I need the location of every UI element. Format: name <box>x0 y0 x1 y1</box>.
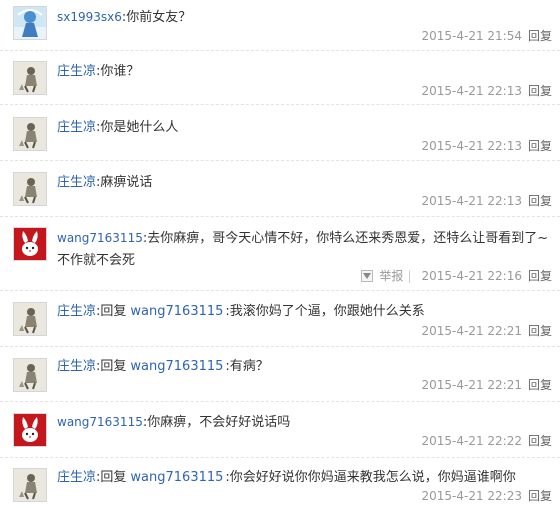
comment-meta: 2015-4-21 22:13 回复 <box>421 84 552 98</box>
reply-target-link[interactable]: wang7163115 <box>130 359 223 374</box>
report-group: 举报 | <box>361 269 415 283</box>
comment-meta: 2015-4-21 22:23 回复 <box>421 489 552 503</box>
username-link[interactable]: wang7163115 <box>57 415 143 429</box>
comment-timestamp: 2015-4-21 22:21 <box>421 324 522 338</box>
sketch-figure-avatar-icon <box>14 118 46 150</box>
comment-content: wang7163115:你麻痹，不会好好说话吗 <box>57 411 552 434</box>
username-link[interactable]: 庄生凉 <box>57 175 96 190</box>
sketch-figure-avatar-icon <box>14 359 46 391</box>
comment-text: :我滚你妈了个逼，你跟她什么关系 <box>225 304 425 319</box>
reply-word: 回复 <box>100 359 127 374</box>
comment-item: wang7163115:去你麻痹，哥今天心情不好，你特么还来秀恩爱，还特么让哥看… <box>0 217 560 291</box>
reply-word: 回复 <box>100 304 127 319</box>
comment-timestamp: 2015-4-21 22:22 <box>421 434 522 448</box>
comment-item: 庄生凉:你是她什么人 2015-4-21 22:13 回复 <box>0 105 560 161</box>
username-link[interactable]: 庄生凉 <box>57 64 96 79</box>
username-link[interactable]: 庄生凉 <box>57 359 96 374</box>
reply-button[interactable]: 回复 <box>528 489 552 503</box>
user-avatar[interactable] <box>13 302 47 336</box>
comment-text: 你谁？ <box>100 64 140 79</box>
comment-timestamp: 2015-4-21 22:13 <box>421 84 522 98</box>
comment-timestamp: 2015-4-21 22:16 <box>421 269 522 283</box>
username-link[interactable]: 庄生凉 <box>57 304 96 319</box>
reply-button[interactable]: 回复 <box>528 434 552 448</box>
user-avatar[interactable] <box>13 358 47 392</box>
username-link[interactable]: wang7163115 <box>57 231 143 245</box>
sketch-figure-avatar-icon <box>14 173 46 205</box>
comment-content: 庄生凉:回复 wang7163115:有病？ <box>57 356 552 378</box>
comment-meta: 2015-4-21 22:21 回复 <box>421 324 552 338</box>
comment-text: :有病？ <box>225 359 269 374</box>
comment-thread: sx1993sx6:你前女友？ 2015-4-21 21:54 回复 庄生凉:你… <box>0 0 560 508</box>
comment-text: 你前女友？ <box>126 10 192 25</box>
comment-timestamp: 2015-4-21 22:21 <box>421 378 522 392</box>
comment-meta: 2015-4-21 22:13 回复 <box>421 139 552 153</box>
sketch-figure-avatar-icon <box>14 62 46 94</box>
reply-word: 回复 <box>100 470 127 485</box>
comment-content: 庄生凉:麻痹说话 <box>57 172 552 194</box>
report-button[interactable]: 举报 <box>379 269 403 283</box>
comment-text: :你会好好说你你妈逼来教我怎么说，你妈逼谁啊你 <box>225 470 516 485</box>
comment-timestamp: 2015-4-21 22:23 <box>421 489 522 503</box>
comment-content: 庄生凉:回复 wang7163115:我滚你妈了个逼，你跟她什么关系 <box>57 301 552 323</box>
comment-item: wang7163115:你麻痹，不会好好说话吗 2015-4-21 22:22 … <box>0 402 560 458</box>
blue-figure-avatar-icon <box>14 7 46 39</box>
user-avatar[interactable] <box>13 172 47 206</box>
reply-button[interactable]: 回复 <box>528 324 552 338</box>
sketch-figure-avatar-icon <box>14 303 46 335</box>
reply-button[interactable]: 回复 <box>528 194 552 208</box>
dropdown-toggle[interactable] <box>361 270 374 282</box>
user-avatar[interactable] <box>13 61 47 95</box>
reply-button[interactable]: 回复 <box>528 29 552 43</box>
comment-text: 麻痹说话 <box>100 175 153 190</box>
rabbit-avatar-icon <box>14 414 46 446</box>
username-link[interactable]: 庄生凉 <box>57 470 96 485</box>
comment-content: sx1993sx6:你前女友？ <box>57 6 552 29</box>
user-avatar[interactable] <box>13 6 47 40</box>
reply-button[interactable]: 回复 <box>528 84 552 98</box>
comment-content: 庄生凉:你谁？ <box>57 61 552 83</box>
username-link[interactable]: sx1993sx6 <box>57 10 122 24</box>
comment-timestamp: 2015-4-21 22:13 <box>421 139 522 153</box>
comment-text: 你是她什么人 <box>100 120 179 135</box>
comment-meta: 2015-4-21 21:54 回复 <box>421 29 552 43</box>
comment-text: 你麻痹，不会好好说话吗 <box>147 415 291 430</box>
user-avatar[interactable] <box>13 117 47 151</box>
reply-target-link[interactable]: wang7163115 <box>130 304 223 319</box>
comment-timestamp: 2015-4-21 22:13 <box>421 194 522 208</box>
username-link[interactable]: 庄生凉 <box>57 120 96 135</box>
comment-item: 庄生凉:麻痹说话 2015-4-21 22:13 回复 <box>0 161 560 217</box>
user-avatar[interactable] <box>13 227 47 261</box>
separator: | <box>407 269 412 283</box>
rabbit-avatar-icon <box>14 228 46 260</box>
comment-item: 庄生凉:回复 wang7163115:我滚你妈了个逼，你跟她什么关系 2015-4… <box>0 291 560 347</box>
comment-content: wang7163115:去你麻痹，哥今天心情不好，你特么还来秀恩爱，还特么让哥看… <box>57 227 552 272</box>
sketch-figure-avatar-icon <box>14 469 46 501</box>
comment-meta: 2015-4-21 22:13 回复 <box>421 194 552 208</box>
comment-meta: 2015-4-21 22:22 回复 <box>421 434 552 448</box>
reply-button[interactable]: 回复 <box>528 378 552 392</box>
comment-meta: 2015-4-21 22:21 回复 <box>421 378 552 392</box>
comment-item: 庄生凉:你谁？ 2015-4-21 22:13 回复 <box>0 51 560 105</box>
comment-item: 庄生凉:回复 wang7163115:你会好好说你你妈逼来教我怎么说，你妈逼谁啊你… <box>0 458 560 508</box>
reply-button[interactable]: 回复 <box>528 269 552 283</box>
reply-button[interactable]: 回复 <box>528 139 552 153</box>
user-avatar[interactable] <box>13 413 47 447</box>
comment-item: sx1993sx6:你前女友？ 2015-4-21 21:54 回复 <box>0 0 560 51</box>
comment-item: 庄生凉:回复 wang7163115:有病？ 2015-4-21 22:21 回复 <box>0 347 560 402</box>
user-avatar[interactable] <box>13 468 47 502</box>
chevron-down-icon <box>363 273 372 279</box>
comment-content: 庄生凉:回复 wang7163115:你会好好说你你妈逼来教我怎么说，你妈逼谁啊你 <box>57 467 552 489</box>
reply-target-link[interactable]: wang7163115 <box>130 470 223 485</box>
comment-content: 庄生凉:你是她什么人 <box>57 117 552 139</box>
comment-meta: 举报 | 2015-4-21 22:16 回复 <box>361 269 552 283</box>
comment-timestamp: 2015-4-21 21:54 <box>421 29 522 43</box>
